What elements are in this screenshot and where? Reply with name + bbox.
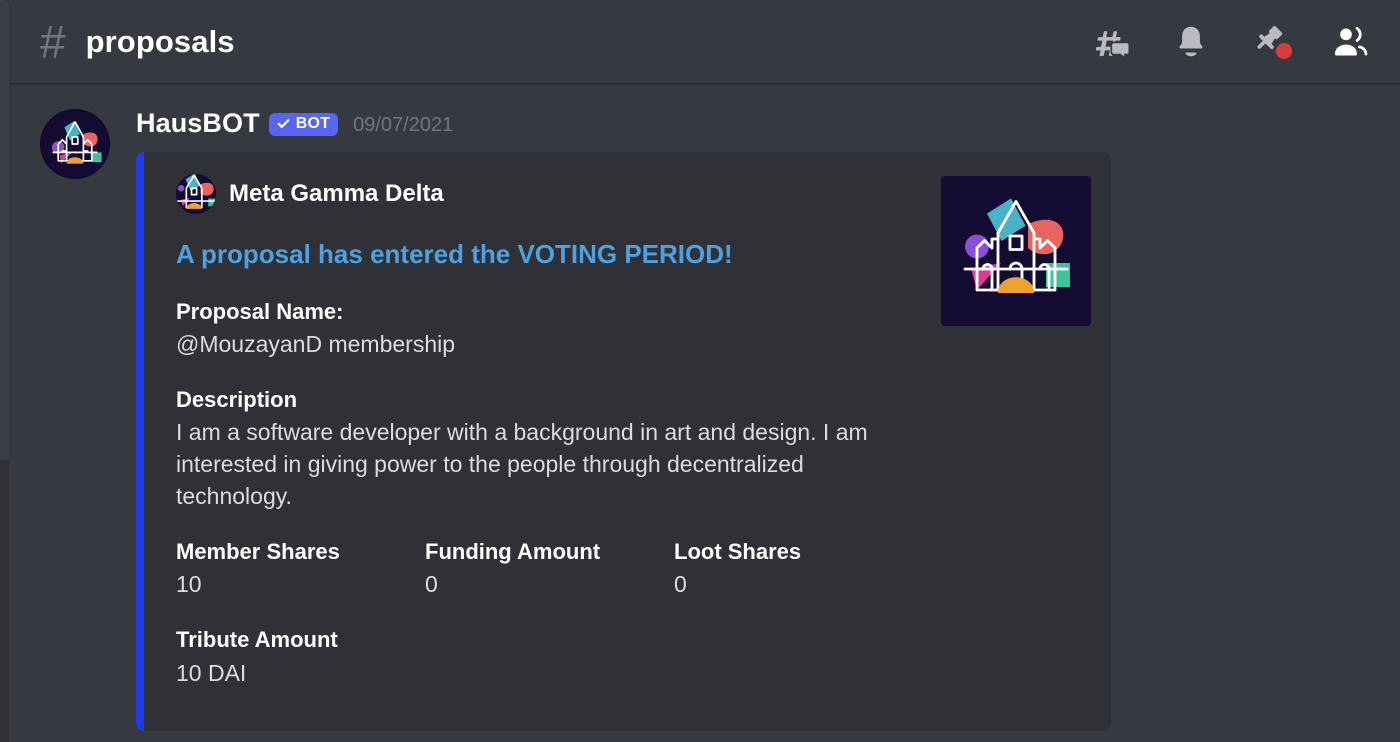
channel-list-scrollbar[interactable] (0, 0, 9, 460)
members-icon[interactable] (1328, 19, 1374, 65)
field-description-value: I am a software developer with a backgro… (176, 419, 868, 509)
field-proposal-name-value: @MouzayanD membership (176, 331, 456, 358)
field-description-label: Description (176, 386, 298, 412)
field-description: Description I am a software developer wi… (176, 386, 923, 513)
message-body: HausBOT BOT 09/07/2021 Meta Gamma Delta … (110, 103, 1400, 732)
message-embed: Meta Gamma Delta A proposal has entered … (136, 152, 1111, 732)
threads-icon[interactable] (1088, 19, 1134, 65)
field-loot-shares-label: Loot Shares (674, 538, 802, 564)
field-loot-shares-value: 0 (674, 571, 687, 598)
embed-author: Meta Gamma Delta (176, 174, 923, 214)
inline-fields-row: Member Shares 10 Funding Amount 0 Loot S… (176, 538, 923, 601)
pin-icon[interactable] (1248, 19, 1294, 65)
embed-author-name: Meta Gamma Delta (229, 180, 444, 207)
message-item: HausBOT BOT 09/07/2021 Meta Gamma Delta … (0, 103, 1400, 732)
left-edge-rail (0, 0, 9, 742)
embed-thumbnail[interactable] (941, 176, 1091, 326)
embed-author-icon (176, 174, 216, 214)
discord-app-window: # proposals HausBOT BOT 09/07/2021 Meta … (0, 0, 1400, 742)
header-action-buttons (1088, 19, 1374, 65)
channel-header: # proposals (0, 0, 1400, 83)
field-member-shares: Member Shares 10 (176, 538, 425, 601)
message-author-name[interactable]: HausBOT (136, 108, 260, 139)
message-timestamp: 09/07/2021 (353, 113, 454, 136)
bell-icon[interactable] (1168, 19, 1214, 65)
field-tribute-amount-label: Tribute Amount (176, 626, 338, 652)
field-member-shares-value: 10 (176, 571, 202, 598)
verified-check-icon (276, 116, 291, 131)
field-tribute-amount: Tribute Amount 10 DAI (176, 626, 923, 689)
field-loot-shares: Loot Shares 0 (674, 538, 923, 601)
embed-content: Meta Gamma Delta A proposal has entered … (176, 174, 941, 689)
field-funding-amount: Funding Amount 0 (425, 538, 674, 601)
field-funding-amount-label: Funding Amount (425, 538, 601, 564)
field-proposal-name-label: Proposal Name: (176, 298, 344, 324)
field-proposal-name: Proposal Name: @MouzayanD membership (176, 298, 923, 361)
field-tribute-amount-value: 10 DAI (176, 659, 247, 686)
embed-title[interactable]: A proposal has entered the VOTING PERIOD… (176, 238, 923, 271)
field-funding-amount-value: 0 (425, 571, 438, 598)
bot-badge-label: BOT (295, 114, 331, 132)
message-header: HausBOT BOT 09/07/2021 (136, 103, 1400, 143)
avatar[interactable] (40, 109, 110, 179)
pin-unread-badge (1276, 42, 1292, 59)
message-list: HausBOT BOT 09/07/2021 Meta Gamma Delta … (0, 83, 1400, 742)
field-member-shares-label: Member Shares (176, 538, 340, 564)
bot-badge: BOT (268, 112, 339, 136)
hash-icon: # (40, 15, 66, 68)
channel-name: proposals (85, 23, 235, 59)
